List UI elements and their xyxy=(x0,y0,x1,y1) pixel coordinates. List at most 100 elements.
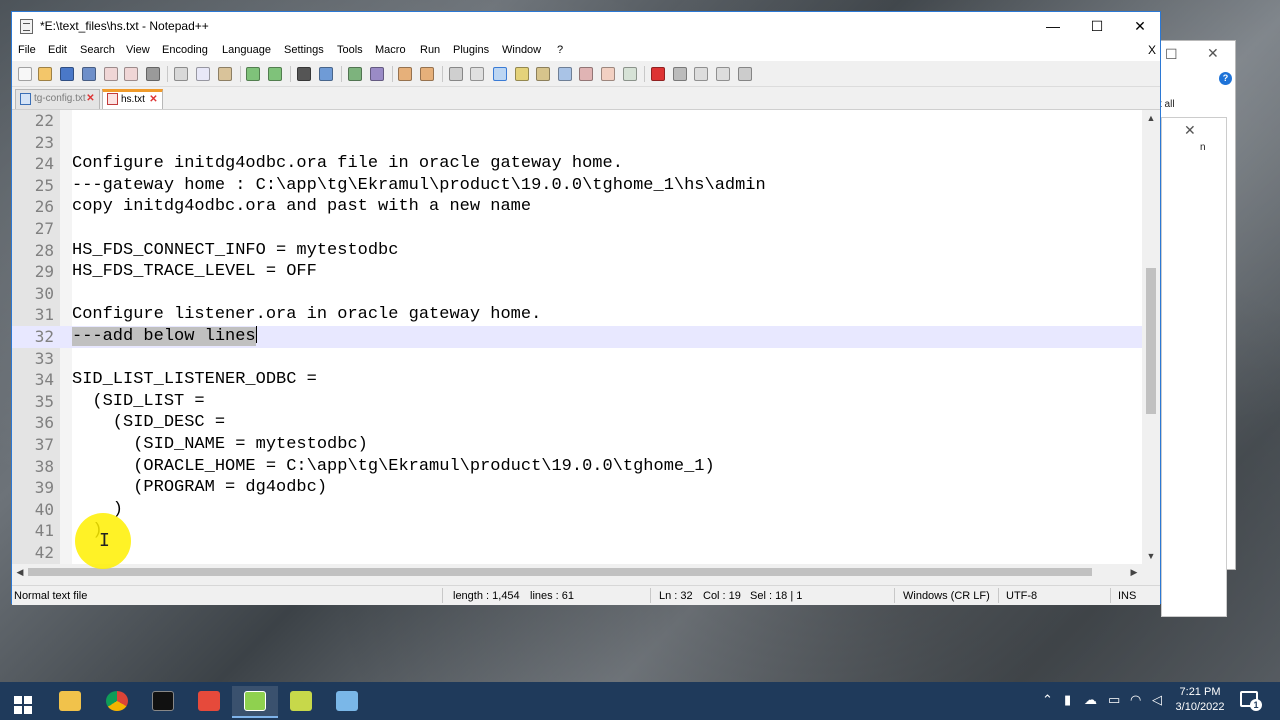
folder-as-workspace-icon[interactable] xyxy=(601,67,615,81)
speaker-icon[interactable]: ◁ xyxy=(1152,693,1162,708)
new-file-icon[interactable] xyxy=(18,67,32,81)
run-macro-multiple-icon[interactable] xyxy=(716,67,730,81)
editor-line[interactable]: 28 HS_FDS_CONNECT_INFO = mytestodbc xyxy=(12,240,1142,262)
menu-search[interactable]: Search xyxy=(80,44,115,56)
chevron-up-icon[interactable]: ⌃ xyxy=(1042,693,1053,708)
taskbar-file-explorer[interactable] xyxy=(47,686,93,718)
taskbar-notepadpp[interactable] xyxy=(232,686,278,718)
menu-run[interactable]: Run xyxy=(420,44,440,56)
tab-hs[interactable]: hs.txt ✕ xyxy=(102,89,163,109)
status-eol[interactable]: Windows (CR LF) xyxy=(903,590,990,602)
start-button[interactable] xyxy=(0,686,46,718)
undo-icon[interactable] xyxy=(246,67,260,81)
close-document-button[interactable]: X xyxy=(1148,43,1156,57)
menu-tools[interactable]: Tools xyxy=(337,44,363,56)
zoom-in-icon[interactable] xyxy=(348,67,362,81)
print-icon[interactable] xyxy=(146,67,160,81)
taskbar-chrome[interactable] xyxy=(94,686,140,718)
menu-language[interactable]: Language xyxy=(222,44,271,56)
editor-line[interactable]: 41 ) xyxy=(12,520,1142,542)
scroll-down-icon[interactable]: ▼ xyxy=(1142,548,1160,564)
menu-help[interactable]: ? xyxy=(557,44,563,56)
editor-line[interactable]: 34 SID_LIST_LISTENER_ODBC = xyxy=(12,369,1142,391)
title-bar[interactable]: *E:\text_files\hs.txt - Notepad++ — ☐ ✕ xyxy=(12,12,1160,41)
maximize-button[interactable]: ☐ xyxy=(1074,12,1120,41)
text-editor[interactable]: 22 23 24 Configure initdg4odbc.ora file i… xyxy=(12,110,1142,564)
help-icon[interactable]: ? xyxy=(1219,72,1232,85)
editor-line[interactable]: 36 (SID_DESC = xyxy=(12,412,1142,434)
editor-line[interactable]: 24 Configure initdg4odbc.ora file in orac… xyxy=(12,153,1142,175)
editor-line[interactable]: 30 xyxy=(12,283,1142,305)
menu-file[interactable]: File xyxy=(18,44,36,56)
indent-guide-icon[interactable] xyxy=(493,67,507,81)
save-icon[interactable] xyxy=(60,67,74,81)
close-button[interactable]: ✕ xyxy=(1117,12,1163,41)
menu-plugins[interactable]: Plugins xyxy=(453,44,489,56)
document-map-icon[interactable] xyxy=(536,67,550,81)
sync-vertical-icon[interactable] xyxy=(398,67,412,81)
current-editor-line[interactable]: 32 ---add below lines xyxy=(12,325,1142,348)
scroll-left-icon[interactable]: ◀ xyxy=(12,564,28,580)
editor-line[interactable]: 42 xyxy=(12,542,1142,564)
editor-line[interactable]: 35 (SID_LIST = xyxy=(12,391,1142,413)
sync-horizontal-icon[interactable] xyxy=(420,67,434,81)
word-wrap-icon[interactable] xyxy=(449,67,463,81)
close-icon[interactable]: ✕ xyxy=(1184,122,1196,139)
taskbar-app-red[interactable] xyxy=(186,686,232,718)
editor-line[interactable]: 26 copy initdg4odbc.ora and past with a n… xyxy=(12,196,1142,218)
editor-line[interactable]: 25 ---gateway home : C:\app\tg\Ekramul\pr… xyxy=(12,175,1142,197)
notification-center-icon[interactable]: 1 xyxy=(1240,691,1262,711)
menu-window[interactable]: Window xyxy=(502,44,541,56)
user-defined-language-icon[interactable] xyxy=(515,67,529,81)
editor-line[interactable]: 38 (ORACLE_HOME = C:\app\tg\Ekramul\prod… xyxy=(12,456,1142,478)
zoom-out-icon[interactable] xyxy=(370,67,384,81)
editor-line[interactable]: 31 Configure listener.ora in oracle gatew… xyxy=(12,304,1142,326)
taskbar-app-green[interactable] xyxy=(278,686,324,718)
wifi-icon[interactable]: ◠ xyxy=(1130,693,1141,708)
restore-icon[interactable]: ☐ xyxy=(1165,46,1178,63)
menu-encoding[interactable]: Encoding xyxy=(162,44,208,56)
function-list-icon[interactable] xyxy=(579,67,593,81)
battery-icon[interactable]: ▭ xyxy=(1108,693,1120,708)
document-list-icon[interactable] xyxy=(558,67,572,81)
editor-line[interactable]: 22 xyxy=(12,110,1142,132)
play-macro-icon[interactable] xyxy=(694,67,708,81)
microphone-icon[interactable]: ▮ xyxy=(1064,693,1071,708)
menu-macro[interactable]: Macro xyxy=(375,44,406,56)
taskbar-command-prompt[interactable] xyxy=(140,686,186,718)
minimize-button[interactable]: — xyxy=(1030,12,1076,41)
horizontal-scrollbar[interactable]: ◀ ▶ xyxy=(12,564,1142,580)
close-icon[interactable] xyxy=(104,67,118,81)
status-encoding[interactable]: UTF-8 xyxy=(1006,590,1037,602)
system-clock[interactable]: 7:21 PM 3/10/2022 xyxy=(1170,685,1230,715)
tab-tg-config[interactable]: tg-config.txt ✕ xyxy=(15,89,100,109)
cloud-icon[interactable]: ☁ xyxy=(1084,693,1097,708)
find-icon[interactable] xyxy=(297,67,311,81)
scroll-up-icon[interactable]: ▲ xyxy=(1142,110,1160,126)
scroll-right-icon[interactable]: ▶ xyxy=(1126,564,1142,580)
copy-icon[interactable] xyxy=(196,67,210,81)
close-icon[interactable]: ✕ xyxy=(1207,45,1219,62)
monitoring-icon[interactable] xyxy=(623,67,637,81)
editor-line[interactable]: 33 xyxy=(12,348,1142,370)
editor-line[interactable]: 27 xyxy=(12,218,1142,240)
vertical-scroll-thumb[interactable] xyxy=(1146,268,1156,414)
cut-icon[interactable] xyxy=(174,67,188,81)
close-tab-icon[interactable]: ✕ xyxy=(148,92,159,105)
redo-icon[interactable] xyxy=(268,67,282,81)
open-file-icon[interactable] xyxy=(38,67,52,81)
close-all-icon[interactable] xyxy=(124,67,138,81)
close-tab-icon[interactable]: ✕ xyxy=(85,90,96,104)
editor-line[interactable]: 40 ) xyxy=(12,499,1142,521)
menu-settings[interactable]: Settings xyxy=(284,44,324,56)
editor-line[interactable]: 39 (PROGRAM = dg4odbc) xyxy=(12,477,1142,499)
horizontal-scroll-thumb[interactable] xyxy=(28,568,1092,576)
save-macro-icon[interactable] xyxy=(738,67,752,81)
vertical-scrollbar[interactable]: ▲ ▼ xyxy=(1142,110,1160,564)
paste-icon[interactable] xyxy=(218,67,232,81)
show-all-characters-icon[interactable] xyxy=(470,67,484,81)
replace-icon[interactable] xyxy=(319,67,333,81)
editor-line[interactable]: 37 (SID_NAME = mytestodbc) xyxy=(12,434,1142,456)
stop-macro-icon[interactable] xyxy=(673,67,687,81)
status-insert-mode[interactable]: INS xyxy=(1118,590,1136,602)
